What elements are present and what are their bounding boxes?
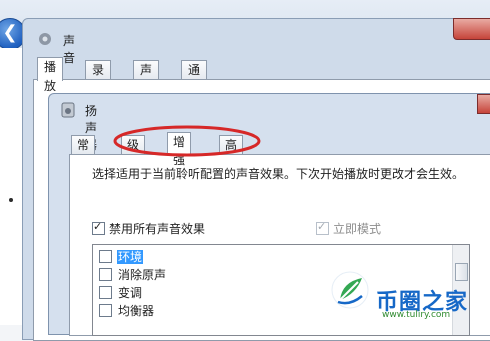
immediate-mode-row: 立即模式 [316, 220, 381, 237]
list-item[interactable]: 环境 [99, 249, 144, 265]
watermark-logo: 币圈之家 www.tuliry.com [330, 270, 490, 325]
close-button[interactable] [477, 94, 490, 114]
speaker-gear-icon [39, 33, 51, 45]
effect-checkbox[interactable] [99, 268, 112, 281]
tab-sounds[interactable]: 声音 [133, 60, 160, 96]
sound-dialog-title: 声音 [63, 34, 76, 65]
tab-communications[interactable]: 通信 [181, 60, 208, 96]
disable-all-effects-checkbox[interactable] [92, 220, 105, 235]
effect-label: 环境 [117, 250, 144, 264]
list-item[interactable]: 变调 [99, 285, 143, 301]
immediate-mode-checkbox [316, 220, 329, 235]
effect-label: 均衡器 [118, 304, 155, 318]
effect-checkbox[interactable] [99, 250, 112, 263]
speaker-icon [61, 102, 75, 118]
immediate-mode-label: 立即模式 [333, 222, 382, 236]
tab-recording[interactable]: 录制 [85, 60, 112, 96]
tab-general[interactable]: 常规 [71, 135, 96, 170]
disable-all-effects-row[interactable]: 禁用所有声音效果 [92, 220, 205, 237]
leaf-logo-icon [331, 271, 369, 309]
nav-bullet [9, 198, 13, 202]
effect-checkbox[interactable] [99, 286, 112, 299]
enhancements-description: 选择适用于当前聆听配置的声音效果。下次开始播放时更改才会生效。 [92, 167, 465, 181]
close-button[interactable] [453, 18, 490, 40]
effect-label: 变调 [118, 286, 143, 300]
disable-all-effects-label: 禁用所有声音效果 [109, 222, 206, 236]
tab-playback[interactable]: 播放 [37, 57, 64, 93]
navigation-pane [0, 48, 22, 325]
watermark-url: www.tuliry.com [382, 310, 451, 320]
list-item[interactable]: 均衡器 [99, 303, 155, 319]
list-item[interactable]: 消除原声 [99, 267, 167, 283]
highlight-ellipse [113, 125, 261, 157]
effect-label: 消除原声 [118, 268, 167, 282]
effect-checkbox[interactable] [99, 304, 112, 317]
